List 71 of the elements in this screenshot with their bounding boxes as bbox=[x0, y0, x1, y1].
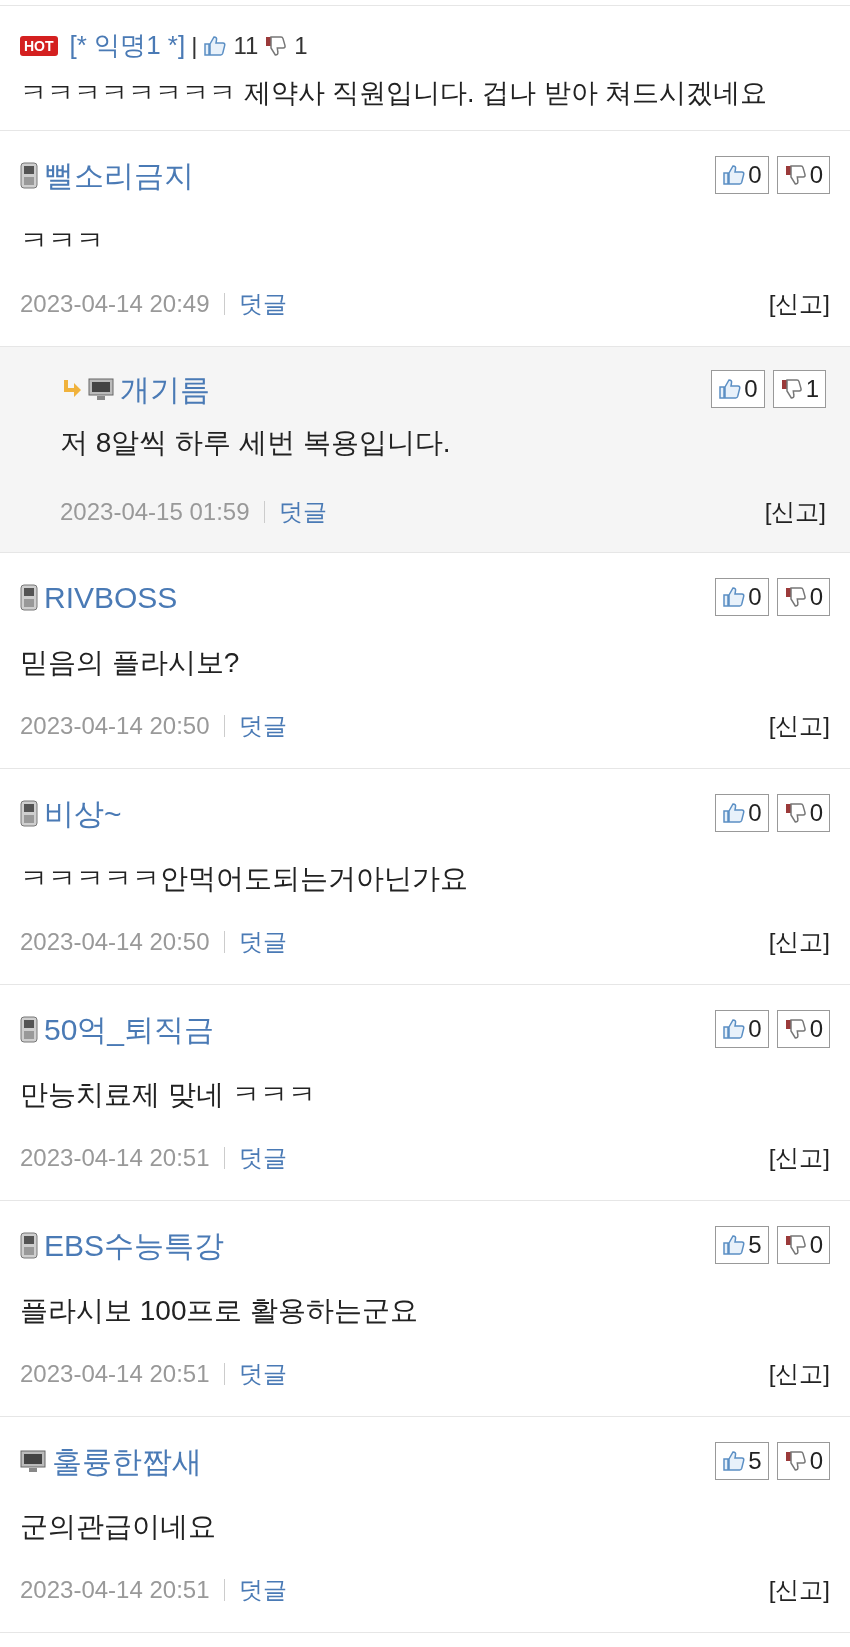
hot-badge: HOT bbox=[20, 35, 58, 56]
report-link[interactable]: [신고] bbox=[768, 1571, 830, 1608]
comment-text: 믿음의 플라시보? bbox=[20, 645, 241, 680]
reply-link[interactable]: 덧글 bbox=[238, 707, 287, 744]
thumbs-up-icon bbox=[203, 33, 228, 58]
author-name[interactable]: 뻘소리금지 bbox=[44, 152, 194, 198]
comment-date: 2023-04-14 20:50 bbox=[20, 710, 210, 741]
comment-text: ㅋㅋㅋㅋㅋ안먹어도되는거아닌가요 bbox=[20, 861, 469, 896]
comment-date: 2023-04-15 01:59 bbox=[60, 496, 250, 527]
author-name[interactable]: 비상~ bbox=[44, 790, 122, 836]
like-button[interactable]: 0 bbox=[715, 156, 769, 194]
thumbs-up-icon bbox=[722, 163, 747, 187]
report-link[interactable]: [신고] bbox=[768, 923, 830, 960]
dislike-count: 1 bbox=[294, 30, 308, 61]
dislike-button[interactable]: 0 bbox=[776, 794, 830, 832]
like-button[interactable]: 0 bbox=[715, 794, 769, 832]
dislike-button[interactable]: 0 bbox=[776, 1442, 830, 1480]
thumbs-down-icon bbox=[779, 377, 804, 401]
dislike-button[interactable]: 0 bbox=[776, 1226, 830, 1264]
reply-link[interactable]: 덧글 bbox=[238, 1355, 287, 1392]
thumbs-down-icon bbox=[264, 33, 289, 58]
comment-date: 2023-04-14 20:51 bbox=[20, 1358, 210, 1389]
thumbs-up-icon bbox=[722, 1449, 747, 1473]
thumbs-down-icon bbox=[783, 163, 808, 187]
thumbs-down-icon bbox=[783, 1233, 808, 1257]
thumbs-up-icon bbox=[722, 801, 747, 825]
thumbs-up-icon bbox=[722, 1017, 747, 1041]
author-name[interactable]: 50억_퇴직금 bbox=[44, 1006, 215, 1052]
report-link[interactable]: [신고] bbox=[768, 1139, 830, 1176]
comment-date: 2023-04-14 20:49 bbox=[20, 288, 210, 319]
reply-link[interactable]: 덧글 bbox=[238, 285, 287, 322]
report-link[interactable]: [신고] bbox=[764, 493, 826, 530]
comment-text: ㅋㅋㅋㅋㅋㅋㅋㅋ 제약사 직원입니다. 겁나 받아 쳐드시겠네요 bbox=[20, 77, 768, 110]
thumbs-down-icon bbox=[783, 585, 808, 609]
thumbs-down-icon bbox=[783, 1017, 808, 1041]
comment-date: 2023-04-14 20:50 bbox=[20, 926, 210, 957]
report-link[interactable]: [신고] bbox=[768, 1355, 830, 1392]
comment-text: ㅋㅋㅋ bbox=[20, 223, 105, 258]
like-button[interactable]: 5 bbox=[715, 1226, 769, 1264]
report-link[interactable]: [신고] bbox=[768, 707, 830, 744]
comment-text: 저 8알씩 하루 세번 복용입니다. bbox=[60, 425, 452, 460]
author-name[interactable]: 훌륭한짭새 bbox=[52, 1438, 202, 1484]
thumbs-up-icon bbox=[722, 585, 747, 609]
comment-date: 2023-04-14 20:51 bbox=[20, 1142, 210, 1173]
like-button[interactable]: 5 bbox=[715, 1442, 769, 1480]
dislike-button[interactable]: 1 bbox=[772, 370, 826, 408]
comment-text: 군의관급이네요 bbox=[20, 1509, 217, 1544]
like-button[interactable]: 0 bbox=[711, 370, 765, 408]
comment-date: 2023-04-14 20:51 bbox=[20, 1574, 210, 1605]
reply-link[interactable]: 덧글 bbox=[238, 1139, 287, 1176]
reply-link[interactable]: 덧글 bbox=[238, 923, 287, 960]
thumbs-up-icon bbox=[722, 1233, 747, 1257]
dislike-button[interactable]: 0 bbox=[776, 578, 830, 616]
thumbs-down-icon bbox=[783, 1449, 808, 1473]
reply-link[interactable]: 덧글 bbox=[238, 1571, 287, 1608]
separator: | bbox=[191, 30, 198, 61]
thumbs-down-icon bbox=[783, 801, 808, 825]
comment-text: 만능치료제 맞네 ㅋㅋㅋ bbox=[20, 1077, 317, 1112]
like-button[interactable]: 0 bbox=[715, 1010, 769, 1048]
author-name[interactable]: EBS수능특강 bbox=[44, 1222, 225, 1268]
like-button[interactable]: 0 bbox=[715, 578, 769, 616]
author-name[interactable]: RIVBOSS bbox=[44, 574, 178, 620]
author-name[interactable]: [* 익명1 *] bbox=[69, 26, 186, 65]
report-link[interactable]: [신고] bbox=[768, 285, 830, 322]
comment-text: 플라시보 100프로 활용하는군요 bbox=[20, 1293, 420, 1328]
reply-link[interactable]: 덧글 bbox=[278, 493, 327, 530]
like-count: 11 bbox=[233, 30, 259, 61]
thumbs-up-icon bbox=[718, 377, 743, 401]
dislike-button[interactable]: 0 bbox=[776, 1010, 830, 1048]
author-name[interactable]: 개기름 bbox=[120, 366, 210, 412]
dislike-button[interactable]: 0 bbox=[776, 156, 830, 194]
